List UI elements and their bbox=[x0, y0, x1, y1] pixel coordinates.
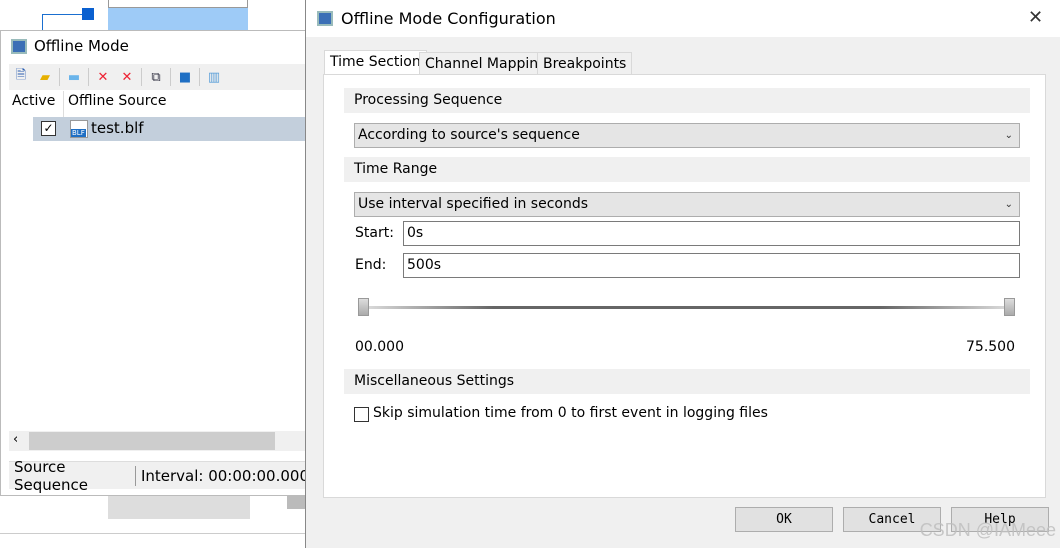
start-input[interactable]: 0s bbox=[403, 221, 1020, 246]
status-bar: Source Sequence Interval: 00:00:00.000 bbox=[9, 458, 309, 494]
blf-file-icon: BLF bbox=[70, 120, 88, 138]
slider-min-label: 00.000 bbox=[355, 339, 404, 355]
slider-track[interactable] bbox=[364, 306, 1010, 309]
end-label: End: bbox=[355, 257, 387, 273]
slider-max-label: 75.500 bbox=[966, 339, 1015, 355]
column-header-source[interactable]: Offline Source bbox=[68, 93, 166, 109]
panel-title: Offline Mode bbox=[34, 37, 129, 55]
tab-time-section[interactable]: Time Section bbox=[324, 50, 427, 74]
offline-mode-icon bbox=[11, 39, 27, 54]
column-header-active[interactable]: Active bbox=[12, 93, 55, 109]
remove-file-icon[interactable]: ✕ bbox=[93, 67, 113, 87]
processing-sequence-header: Processing Sequence bbox=[344, 88, 1030, 113]
remove-all-icon[interactable]: ✕ bbox=[117, 67, 137, 87]
watermark: CSDN @IAMeee bbox=[919, 520, 1056, 540]
skip-simulation-checkbox[interactable] bbox=[354, 407, 369, 422]
slider-start-handle[interactable] bbox=[358, 298, 369, 316]
add-folder-icon[interactable]: ▰ bbox=[35, 67, 55, 87]
ok-button[interactable]: OK bbox=[735, 507, 833, 532]
title-bar: Offline Mode Configuration ✕ bbox=[306, 0, 1060, 37]
close-icon[interactable]: ✕ bbox=[1028, 7, 1043, 28]
scrollbar-thumb[interactable] bbox=[29, 432, 275, 450]
dialog-title: Offline Mode Configuration bbox=[341, 9, 556, 28]
status-sequence: Source Sequence bbox=[14, 457, 88, 494]
background-block bbox=[108, 495, 250, 519]
time-range-mode-select[interactable]: Use interval specified in seconds ⌄ bbox=[354, 192, 1020, 217]
add-file-icon[interactable]: 🗎 bbox=[11, 67, 31, 87]
end-input[interactable]: 500s bbox=[403, 253, 1020, 278]
background-block bbox=[287, 495, 307, 509]
chevron-down-icon: ⌄ bbox=[1004, 130, 1013, 141]
slider-end-handle[interactable] bbox=[1004, 298, 1015, 316]
skip-simulation-label[interactable]: Skip simulation time from 0 to first eve… bbox=[373, 405, 768, 421]
active-checkbox[interactable]: ✓ bbox=[41, 121, 56, 136]
table-row[interactable]: ✓ BLF test.blf bbox=[33, 117, 311, 141]
chevron-down-icon: ⌄ bbox=[1004, 199, 1013, 210]
scroll-left-icon[interactable]: ‹ bbox=[13, 432, 18, 447]
columns-icon[interactable]: ▥ bbox=[204, 67, 224, 87]
dialog-icon bbox=[317, 11, 333, 26]
background-divider bbox=[0, 533, 305, 534]
time-section-panel: Processing Sequence According to source'… bbox=[323, 74, 1046, 498]
tab-breakpoints[interactable]: Breakpoints bbox=[537, 52, 633, 75]
tab-channel-mapping[interactable]: Channel Mapping bbox=[419, 52, 554, 75]
horizontal-scrollbar[interactable]: ‹ bbox=[9, 431, 309, 451]
processing-sequence-select[interactable]: According to source's sequence ⌄ bbox=[354, 123, 1020, 148]
misc-settings-header: Miscellaneous Settings bbox=[344, 369, 1030, 394]
time-range-header: Time Range bbox=[344, 157, 1030, 182]
folder-new-icon[interactable]: ▬ bbox=[64, 67, 84, 87]
toolbar: 🗎 ▰ ▬ ✕ ✕ ⧉ ■ ▥ bbox=[9, 64, 309, 90]
offline-mode-configuration-dialog: Offline Mode Configuration ✕ Time Sectio… bbox=[305, 0, 1060, 548]
status-interval: Interval: 00:00:00.000 bbox=[140, 466, 309, 485]
background-canvas bbox=[0, 0, 310, 30]
source-name: test.blf bbox=[91, 119, 144, 137]
start-label: Start: bbox=[355, 225, 394, 241]
folder-icon[interactable]: ■ bbox=[175, 67, 195, 87]
offline-mode-panel: Offline Mode 🗎 ▰ ▬ ✕ ✕ ⧉ ■ ▥ Active Offl… bbox=[0, 30, 311, 496]
copy-icon[interactable]: ⧉ bbox=[146, 67, 166, 87]
